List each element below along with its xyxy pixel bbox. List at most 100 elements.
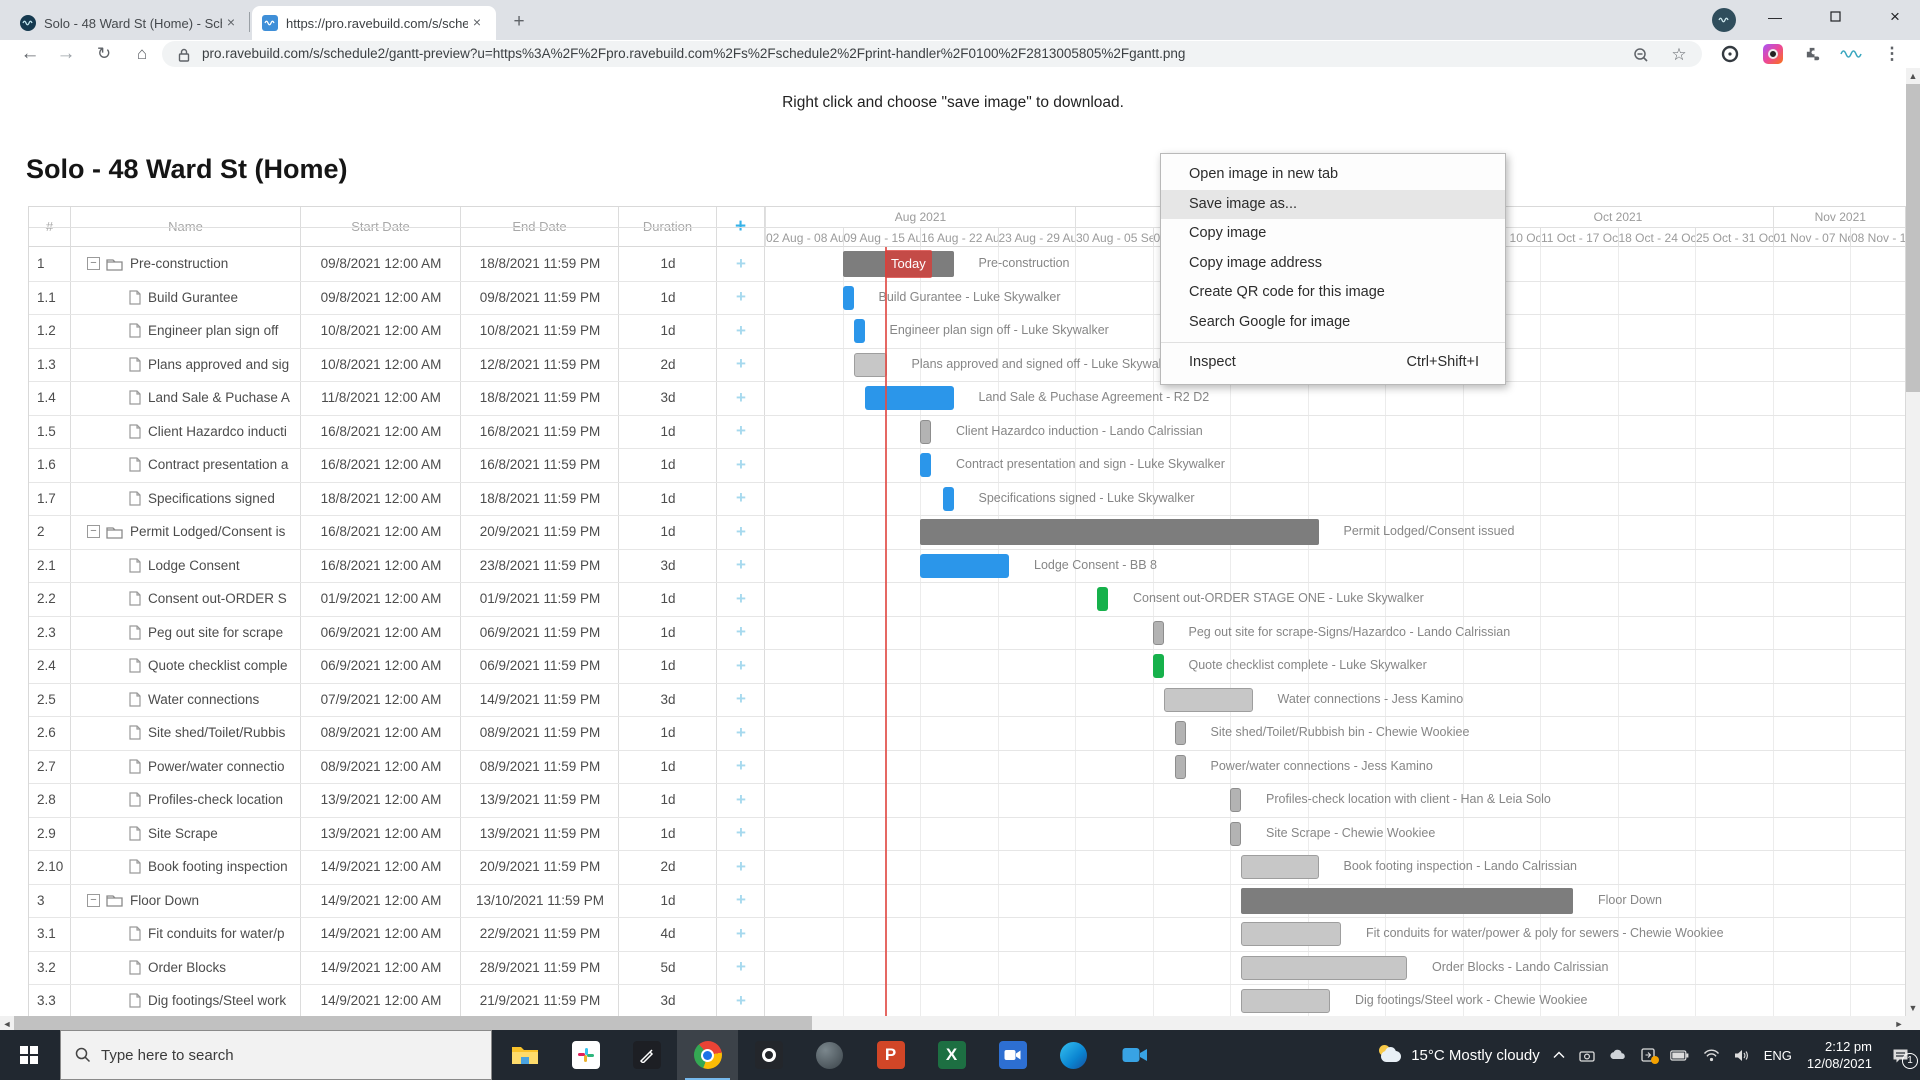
gantt-bar[interactable]	[1164, 688, 1253, 712]
table-row[interactable]: 3.1Fit conduits for water/p14/9/2021 12:…	[29, 917, 765, 951]
reload-icon[interactable]: ↻	[90, 40, 118, 68]
table-row[interactable]: 1.2Engineer plan sign off10/8/2021 12:00…	[29, 314, 765, 348]
horizontal-scroll-thumb[interactable]	[14, 1016, 812, 1030]
gantt-bar[interactable]	[920, 420, 931, 444]
collapse-icon[interactable]: −	[87, 894, 100, 907]
gantt-bar[interactable]	[1241, 888, 1573, 914]
tray-app-update-icon[interactable]	[1641, 1048, 1656, 1062]
table-row[interactable]: 2.1Lodge Consent16/8/2021 12:00 AM23/8/2…	[29, 549, 765, 583]
language-indicator[interactable]: ENG	[1764, 1048, 1792, 1063]
scroll-right-icon[interactable]: ►	[1893, 1019, 1905, 1029]
table-row[interactable]: 2.3Peg out site for scrape06/9/2021 12:0…	[29, 616, 765, 650]
table-row[interactable]: 2.6Site shed/Toilet/Rubbis08/9/2021 12:0…	[29, 716, 765, 750]
gantt-bar[interactable]	[943, 487, 954, 511]
taskbar-app-edge[interactable]	[1043, 1030, 1104, 1080]
row-add-button[interactable]: +	[717, 488, 765, 508]
row-add-button[interactable]: +	[717, 823, 765, 843]
table-row[interactable]: 2.5Water connections07/9/2021 12:00 AM14…	[29, 683, 765, 717]
row-add-button[interactable]: +	[717, 287, 765, 307]
taskbar-app-camera-ring[interactable]	[738, 1030, 799, 1080]
table-row[interactable]: 3.2Order Blocks14/9/2021 12:00 AM28/9/20…	[29, 951, 765, 985]
row-add-button[interactable]: +	[717, 957, 765, 977]
table-row[interactable]: 1.6Contract presentation a16/8/2021 12:0…	[29, 448, 765, 482]
horizontal-scrollbar[interactable]: ◄ ►	[0, 1016, 1906, 1030]
menu-item-open-image-in-new-tab[interactable]: Open image in new tab	[1161, 160, 1505, 190]
tab-solo-48-ward-st[interactable]: Solo - 48 Ward St (Home) - Sche ×	[10, 6, 250, 40]
notification-center-icon[interactable]: 1	[1880, 1048, 1920, 1063]
gantt-bar[interactable]	[854, 319, 865, 343]
menu-item-copy-image-address[interactable]: Copy image address	[1161, 249, 1505, 279]
onedrive-cloud-icon[interactable]	[1609, 1049, 1627, 1061]
table-row[interactable]: 1.3Plans approved and sig10/8/2021 12:00…	[29, 348, 765, 382]
gantt-bar[interactable]	[1241, 855, 1319, 879]
gantt-bar[interactable]	[920, 453, 931, 477]
row-add-button[interactable]: +	[717, 890, 765, 910]
table-row[interactable]: 2−Permit Lodged/Consent is16/8/2021 12:0…	[29, 515, 765, 549]
gantt-bar[interactable]	[920, 519, 1319, 545]
taskbar-clock[interactable]: 2:12 pm 12/08/2021	[1807, 1038, 1872, 1072]
start-button[interactable]	[0, 1030, 58, 1080]
row-add-button[interactable]: +	[717, 589, 765, 609]
table-row[interactable]: 2.9Site Scrape13/9/2021 12:00 AM13/9/202…	[29, 817, 765, 851]
weather-widget[interactable]: 15°C Mostly cloudy	[1377, 1045, 1540, 1065]
menu-item-save-image-as-[interactable]: Save image as...	[1161, 190, 1505, 220]
row-add-button[interactable]: +	[717, 656, 765, 676]
extension-loom-icon[interactable]	[1718, 40, 1742, 68]
extensions-puzzle-icon[interactable]	[1800, 40, 1824, 68]
taskbar-app-chrome[interactable]	[677, 1030, 738, 1080]
row-add-button[interactable]: +	[717, 622, 765, 642]
scroll-down-icon[interactable]: ▼	[1906, 1003, 1920, 1013]
home-icon[interactable]: ⌂	[128, 40, 156, 68]
table-row[interactable]: 1−Pre-construction09/8/2021 12:00 AM18/8…	[29, 247, 765, 281]
row-add-button[interactable]: +	[717, 555, 765, 575]
row-add-button[interactable]: +	[717, 455, 765, 475]
row-add-button[interactable]: +	[717, 924, 765, 944]
table-row[interactable]: 2.2Consent out-ORDER S01/9/2021 12:00 AM…	[29, 582, 765, 616]
table-row[interactable]: 2.7Power/water connectio08/9/2021 12:00 …	[29, 750, 765, 784]
gantt-bar[interactable]	[1153, 654, 1164, 678]
close-button[interactable]: ×	[1872, 0, 1918, 36]
table-row[interactable]: 1.1Build Gurantee09/8/2021 12:00 AM09/8/…	[29, 281, 765, 315]
row-add-button[interactable]: +	[717, 388, 765, 408]
menu-item-create-qr-code-for-this-image[interactable]: Create QR code for this image	[1161, 278, 1505, 308]
row-add-button[interactable]: +	[717, 254, 765, 274]
row-add-button[interactable]: +	[717, 723, 765, 743]
taskbar-app-powerpoint[interactable]: P	[860, 1030, 921, 1080]
bookmark-star-icon[interactable]: ☆	[1668, 41, 1690, 69]
collapse-icon[interactable]: −	[87, 257, 100, 270]
taskbar-app-teams[interactable]	[982, 1030, 1043, 1080]
scroll-up-icon[interactable]: ▲	[1906, 71, 1920, 81]
menu-item-inspect[interactable]: InspectCtrl+Shift+I	[1161, 348, 1505, 378]
gantt-bar[interactable]	[865, 386, 954, 410]
gantt-bar[interactable]	[843, 286, 854, 310]
row-add-button[interactable]: +	[717, 522, 765, 542]
table-row[interactable]: 1.5Client Hazardco inducti16/8/2021 12:0…	[29, 415, 765, 449]
gantt-bar[interactable]	[854, 353, 887, 377]
table-row[interactable]: 3−Floor Down14/9/2021 12:00 AM13/10/2021…	[29, 884, 765, 918]
tab-close-icon[interactable]: ×	[468, 14, 486, 32]
taskbar-app-pen[interactable]	[616, 1030, 677, 1080]
forward-icon[interactable]: →	[52, 40, 80, 68]
gantt-bar[interactable]	[1153, 621, 1164, 645]
gantt-bar[interactable]	[1241, 989, 1330, 1013]
tray-camera-icon[interactable]	[1579, 1049, 1595, 1062]
wifi-icon[interactable]	[1703, 1049, 1720, 1062]
battery-icon[interactable]	[1670, 1050, 1689, 1061]
taskbar-search-input[interactable]: Type here to search	[60, 1030, 492, 1080]
table-row[interactable]: 1.4Land Sale & Puchase A11/8/2021 12:00 …	[29, 381, 765, 415]
gantt-bar[interactable]	[1241, 922, 1341, 946]
extension-colorful-icon[interactable]	[1760, 40, 1786, 68]
zoom-out-icon[interactable]	[1630, 41, 1652, 69]
gantt-bar[interactable]	[1175, 721, 1186, 745]
table-row[interactable]: 3.3Dig footings/Steel work14/9/2021 12:0…	[29, 984, 765, 1018]
taskbar-app-video-call[interactable]	[1104, 1030, 1165, 1080]
profile-avatar[interactable]	[1712, 8, 1736, 32]
vertical-scroll-thumb[interactable]	[1906, 84, 1920, 392]
gantt-bar[interactable]	[1230, 788, 1241, 812]
row-add-button[interactable]: +	[717, 354, 765, 374]
gantt-bar[interactable]	[1241, 956, 1407, 980]
row-add-button[interactable]: +	[717, 689, 765, 709]
new-tab-button[interactable]: +	[506, 10, 532, 36]
menu-item-copy-image[interactable]: Copy image	[1161, 219, 1505, 249]
tray-chevron-up-icon[interactable]	[1553, 1051, 1565, 1059]
